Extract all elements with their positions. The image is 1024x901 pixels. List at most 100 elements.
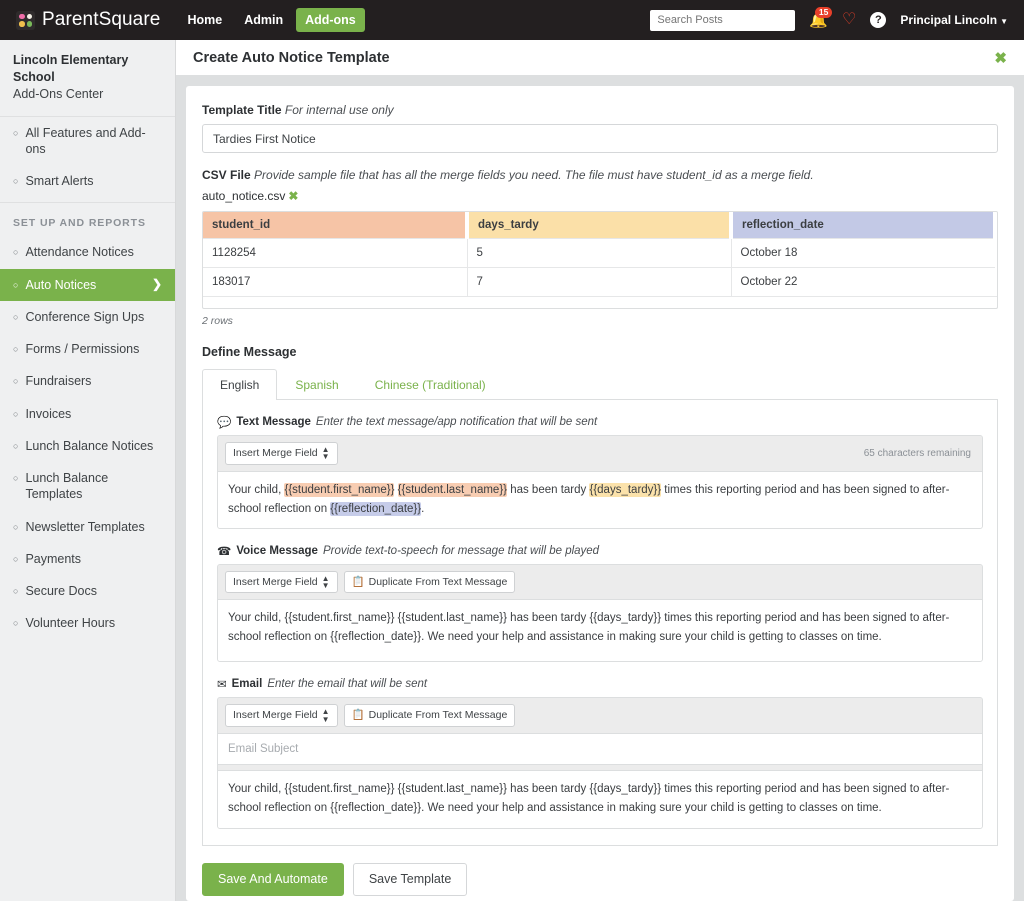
sidebar-item-lunch-balance-templates[interactable]: ○ Lunch Balance Templates xyxy=(0,462,175,511)
sidebar-item-label: Lunch Balance Notices xyxy=(25,438,154,453)
chevron-down-icon: ▼ xyxy=(1000,17,1008,26)
sidebar-item-attendance-notices[interactable]: ○ Attendance Notices xyxy=(0,236,175,268)
circle-icon: ○ xyxy=(13,344,19,355)
app-root: ParentSquare Home Admin Add-ons 🔔 15 ♡ ?… xyxy=(0,0,1024,901)
close-icon[interactable]: ✖ xyxy=(994,49,1007,67)
sidebar-item-label: Fundraisers xyxy=(25,374,92,389)
table-header-row: student_id days_tardy reflection_date xyxy=(203,212,997,239)
sidebar-item-label: Auto Notices xyxy=(25,277,97,292)
sidebar-item-label: Newsletter Templates xyxy=(25,519,145,534)
column-header-days-tardy: days_tardy xyxy=(467,212,733,239)
nav-link-addons[interactable]: Add-ons xyxy=(296,8,365,32)
content-backdrop: Template Title For internal use only CSV… xyxy=(176,75,1024,901)
top-navigation-bar: ParentSquare Home Admin Add-ons 🔔 15 ♡ ?… xyxy=(0,0,1024,40)
text-message-input[interactable]: Your child, {{student.first_name}} {{stu… xyxy=(218,470,982,528)
save-template-button[interactable]: Save Template xyxy=(352,863,468,896)
tab-chinese-traditional[interactable]: Chinese (Traditional) xyxy=(357,369,504,400)
circle-icon: ○ xyxy=(13,440,19,451)
csv-hint: Provide sample file that has all the mer… xyxy=(254,168,814,182)
help-icon[interactable]: ? xyxy=(870,12,887,28)
copy-icon: 📋 xyxy=(351,575,365,588)
email-box: Insert Merge Field ▲ ▼ 📋 Duplicate From T… xyxy=(217,697,983,829)
sidebar-item-label: Lunch Balance Templates xyxy=(25,471,109,502)
language-tabs: English Spanish Chinese (Traditional) xyxy=(202,368,998,400)
remove-file-icon[interactable]: ✖ xyxy=(288,189,298,203)
body-wrapper: Lincoln Elementary School Add-Ons Center… xyxy=(0,40,1024,901)
text-message-toolbar: Insert Merge Field ▲ ▼ 65 characters rema… xyxy=(218,436,982,471)
sidebar-item-fundraisers[interactable]: ○ Fundraisers xyxy=(0,365,175,397)
sidebar-divider xyxy=(0,202,175,204)
text-message-box: Insert Merge Field ▲ ▼ 65 characters rema… xyxy=(217,435,983,529)
sidebar-item-smart-alerts[interactable]: ○ Smart Alerts xyxy=(0,165,175,197)
sidebar-item-payments[interactable]: ○ Payments xyxy=(0,543,175,575)
notification-badge: 15 xyxy=(815,6,832,19)
notifications-button[interactable]: 🔔 15 xyxy=(809,6,832,28)
email-hint: Enter the email that will be sent xyxy=(267,678,428,691)
stepper-icon: ▲ ▼ xyxy=(321,707,330,724)
sidebar-item-label: Secure Docs xyxy=(25,584,97,599)
tab-spanish[interactable]: Spanish xyxy=(277,369,356,400)
page-header: Create Auto Notice Template ✖ xyxy=(176,40,1024,75)
voice-message-input[interactable]: Your child, {{student.first_name}} {{stu… xyxy=(218,599,982,662)
sidebar-item-forms-permissions[interactable]: ○ Forms / Permissions xyxy=(0,333,175,365)
row-count-label: 2 rows xyxy=(202,315,233,327)
duplicate-from-text-message-button-voice[interactable]: 📋 Duplicate From Text Message xyxy=(343,570,516,594)
nav-link-admin[interactable]: Admin xyxy=(235,8,292,32)
voice-message-group: ☎ Voice Message Provide text-to-speech f… xyxy=(217,544,983,663)
duplicate-from-text-message-button-email[interactable]: 📋 Duplicate From Text Message xyxy=(343,704,516,727)
main-content: Create Auto Notice Template ✖ Template T… xyxy=(176,40,1024,901)
insert-merge-field-button-text[interactable]: Insert Merge Field ▲ ▼ xyxy=(225,442,338,465)
circle-icon: ○ xyxy=(13,279,19,290)
sidebar-item-conference-sign-ups[interactable]: ○ Conference Sign Ups xyxy=(0,301,175,333)
duplicate-label: Duplicate From Text Message xyxy=(368,709,508,722)
user-menu[interactable]: Principal Lincoln ▼ xyxy=(900,13,1008,27)
text-message-label: 💬 Text Message Enter the text message/ap… xyxy=(217,415,983,429)
character-counter: 65 characters remaining xyxy=(863,447,971,459)
school-name: Lincoln Elementary School xyxy=(13,53,129,84)
sidebar-item-volunteer-hours[interactable]: ○ Volunteer Hours xyxy=(0,607,175,639)
sidebar-item-invoices[interactable]: ○ Invoices xyxy=(0,398,175,430)
search-input[interactable] xyxy=(650,9,796,31)
insert-merge-field-label: Insert Merge Field xyxy=(233,447,318,459)
brand-logo[interactable]: ParentSquare xyxy=(16,9,160,31)
sidebar-item-all-features[interactable]: ○ All Features and Add-ons xyxy=(0,117,175,166)
template-title-input[interactable] xyxy=(202,124,998,153)
cell-student-id: 183017 xyxy=(203,267,468,296)
cell-reflection-date: October 22 xyxy=(731,267,995,296)
insert-merge-field-button-email[interactable]: Insert Merge Field ▲ ▼ xyxy=(225,704,338,727)
circle-icon: ○ xyxy=(13,376,19,387)
sidebar-item-newsletter-templates[interactable]: ○ Newsletter Templates xyxy=(0,511,175,543)
sidebar-item-auto-notices[interactable]: ○ Auto Notices ❯ xyxy=(0,268,175,301)
nav-link-home[interactable]: Home xyxy=(178,8,231,32)
csv-label: CSV File Provide sample file that has al… xyxy=(202,168,998,182)
sidebar-item-label: Forms / Permissions xyxy=(25,342,140,357)
school-subtitle: Add-Ons Center xyxy=(13,86,104,101)
stepper-icon: ▲ ▼ xyxy=(321,573,330,590)
circle-icon: ○ xyxy=(13,473,19,484)
sidebar-section-label: SET UP AND REPORTS xyxy=(13,217,146,230)
text-message-hint: Enter the text message/app notification … xyxy=(315,416,598,428)
voice-message-label: ☎ Voice Message Provide text-to-speech f… xyxy=(217,544,983,558)
circle-icon: ○ xyxy=(13,127,19,138)
copy-icon: 📋 xyxy=(351,709,365,722)
table-row: 1128254 5 October 18 xyxy=(203,238,995,268)
tab-english[interactable]: English xyxy=(202,369,278,400)
save-and-automate-button[interactable]: Save And Automate xyxy=(202,863,344,896)
sidebar-item-label: Conference Sign Ups xyxy=(25,309,145,324)
email-subject-input[interactable]: Email Subject xyxy=(218,733,982,765)
favorites-button[interactable]: ♡ xyxy=(842,12,856,28)
template-title-label-text: Template Title xyxy=(202,103,282,117)
insert-merge-field-button-voice[interactable]: Insert Merge Field ▲ ▼ xyxy=(225,570,338,594)
sidebar-item-label: Smart Alerts xyxy=(25,174,94,189)
sidebar-item-lunch-balance-notices[interactable]: ○ Lunch Balance Notices xyxy=(0,430,175,462)
stepper-icon: ▲ ▼ xyxy=(321,445,330,462)
email-body-input[interactable]: Your child, {{student.first_name}} {{stu… xyxy=(218,770,982,828)
sidebar-item-label: Volunteer Hours xyxy=(25,616,116,631)
sidebar-item-secure-docs[interactable]: ○ Secure Docs xyxy=(0,575,175,607)
insert-merge-field-label: Insert Merge Field xyxy=(233,709,318,722)
brand-name: ParentSquare xyxy=(42,9,161,30)
email-label-text: Email xyxy=(231,678,263,691)
cell-days-tardy: 5 xyxy=(467,238,732,268)
sidebar-item-label: All Features and Add-ons xyxy=(25,125,146,156)
primary-nav: Home Admin Add-ons xyxy=(178,8,365,32)
